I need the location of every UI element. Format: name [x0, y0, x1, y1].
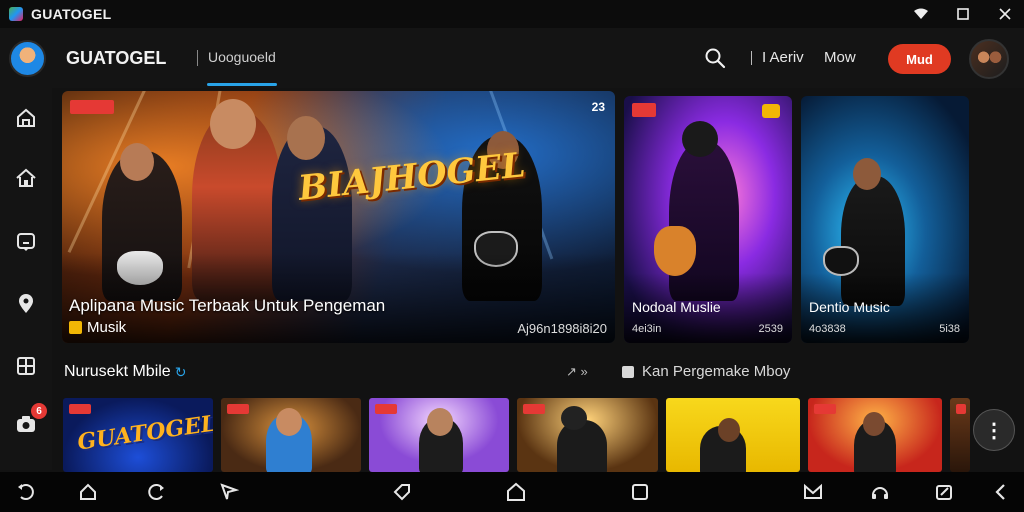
window-titlebar: GUATOGEL	[0, 0, 1024, 28]
thumbnail-card[interactable]	[517, 398, 658, 472]
left-sidebar: 6	[0, 88, 52, 470]
live-tag	[70, 100, 114, 114]
headset-icon[interactable]	[870, 482, 890, 502]
brand-title: GUATOGEL	[66, 48, 167, 68]
performer-face	[210, 99, 256, 149]
hero-banner[interactable]: 23 BIAJHOGEL Aplipana Music Terbaak Untu…	[62, 91, 615, 343]
nav-link-aeriv[interactable]: I Aeriv	[762, 49, 804, 66]
thumbnail-card[interactable]	[950, 398, 970, 472]
hero-title: Aplipana Music Terbaak Untuk Pengeman	[69, 296, 386, 315]
notification-badge: 6	[31, 403, 47, 419]
square-icon[interactable]	[630, 482, 650, 502]
more-options-button[interactable]: ⋮	[973, 409, 1015, 451]
hero-category: Musik	[69, 319, 126, 336]
card-meta-left: 4o3838	[809, 323, 846, 335]
cta-button[interactable]: Mud	[888, 44, 951, 74]
window-title: GUATOGEL	[31, 6, 112, 22]
home-outline-icon[interactable]	[78, 482, 98, 502]
thumbnail-card[interactable]	[808, 398, 942, 472]
card-title: Dentio Music	[809, 299, 890, 315]
thumbnail-card[interactable]	[369, 398, 509, 472]
guitar-image	[823, 246, 859, 276]
live-tag	[632, 103, 656, 117]
section-title-label: Nurusekt Mbile	[64, 363, 171, 380]
thumbnail-card[interactable]: GUATOGEL	[63, 398, 213, 472]
hero-count: Aj96n1898i8i20	[517, 321, 607, 336]
tab-active[interactable]: Uooguoeld	[208, 49, 276, 65]
tag-icon[interactable]	[392, 482, 412, 502]
top-header: GUATOGEL Uooguoeld I Aeriv Mow Mud	[0, 28, 1024, 88]
performer-face	[287, 116, 325, 160]
grid-icon[interactable]	[12, 352, 40, 380]
hat-image	[682, 121, 718, 157]
live-tag	[69, 404, 91, 414]
square-icon	[622, 365, 634, 378]
app-logo-icon	[9, 7, 23, 21]
chevron-left-icon[interactable]	[991, 482, 1011, 502]
search-icon[interactable]	[704, 47, 726, 69]
featured-card[interactable]: Nodoal Muslie 4ei3in 2539	[624, 96, 792, 343]
section-link[interactable]: Kan Pergemake Mboy	[622, 363, 790, 380]
refresh-icon[interactable]	[147, 482, 167, 502]
user-avatar[interactable]	[969, 39, 1009, 79]
section-link-label: Kan Pergemake Mboy	[642, 363, 791, 380]
wifi-icon	[912, 5, 930, 23]
live-tag	[523, 404, 545, 414]
live-tag	[956, 404, 966, 414]
section-title[interactable]: Nurusekt Mbile ↻	[64, 363, 186, 381]
nav-link-mow[interactable]: Mow	[824, 49, 856, 66]
refresh-icon[interactable]: ↻	[175, 364, 187, 381]
house-icon[interactable]	[12, 164, 40, 192]
performer-face	[120, 143, 154, 181]
live-tag	[375, 404, 397, 414]
card-meta-right: 2539	[758, 323, 783, 335]
thumbnail-card[interactable]	[221, 398, 361, 472]
card-title: Nodoal Muslie	[632, 299, 721, 315]
message-icon[interactable]	[12, 228, 40, 256]
live-tag	[814, 404, 836, 414]
thumbnail-logo: GUATOGEL	[75, 410, 213, 456]
mail-icon[interactable]	[803, 482, 823, 502]
avatar[interactable]	[9, 40, 46, 77]
edit-icon[interactable]	[934, 482, 954, 502]
system-navbar	[0, 472, 1024, 512]
close-icon[interactable]	[996, 5, 1014, 23]
header-divider	[197, 50, 198, 66]
featured-card[interactable]: Dentio Music 4o3838 5i38	[801, 96, 969, 343]
music-category-icon	[69, 321, 82, 334]
location-icon[interactable]	[12, 290, 40, 318]
thumbnail-card[interactable]	[666, 398, 800, 472]
guitar-image	[654, 226, 696, 276]
card-meta-right: 5i38	[939, 323, 960, 335]
nav-divider	[751, 51, 752, 65]
home-icon[interactable]	[12, 104, 40, 132]
home-icon[interactable]	[506, 482, 526, 502]
section-arrow-icon[interactable]: ↗ »	[566, 364, 588, 380]
maximize-icon[interactable]	[954, 5, 972, 23]
back-icon[interactable]	[15, 482, 35, 502]
live-tag	[227, 404, 249, 414]
corner-badge	[762, 104, 780, 118]
card-meta-left: 4ei3in	[632, 323, 662, 335]
tab-underline	[207, 83, 277, 86]
hero-category-label: Musik	[87, 319, 127, 336]
send-icon[interactable]	[219, 482, 239, 502]
hero-corner-number: 23	[591, 100, 605, 114]
